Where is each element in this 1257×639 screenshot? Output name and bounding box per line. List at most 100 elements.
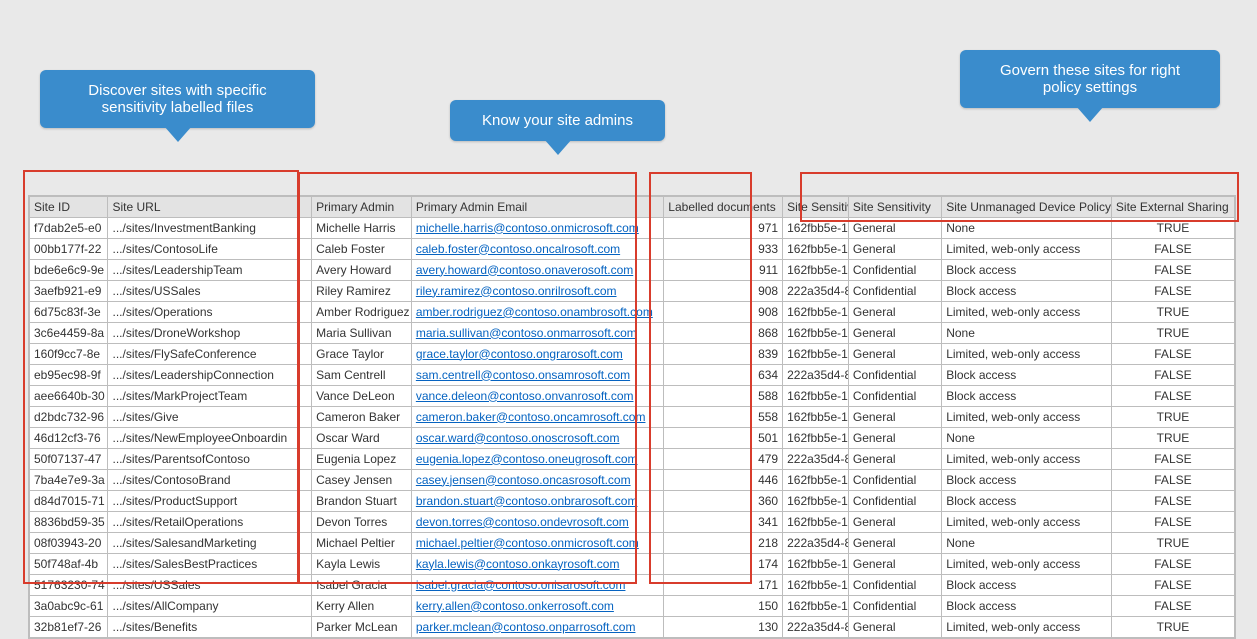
cell[interactable]: Block access — [942, 386, 1112, 407]
cell[interactable]: 162fbb5e-1f — [783, 260, 849, 281]
cell[interactable]: FALSE — [1111, 260, 1234, 281]
cell[interactable]: FALSE — [1111, 491, 1234, 512]
cell[interactable]: FALSE — [1111, 512, 1234, 533]
cell[interactable]: Block access — [942, 281, 1112, 302]
cell[interactable]: parker.mclean@contoso.onparrosoft.com — [411, 617, 663, 638]
cell[interactable]: Limited, web-only access — [942, 239, 1112, 260]
cell[interactable]: Limited, web-only access — [942, 344, 1112, 365]
cell[interactable]: Confidential — [848, 596, 941, 617]
cell[interactable]: 162fbb5e-1f — [783, 344, 849, 365]
cell[interactable]: 222a35d4-8a — [783, 533, 849, 554]
cell[interactable]: 32b81ef7-26 — [30, 617, 108, 638]
cell[interactable]: FALSE — [1111, 449, 1234, 470]
cell[interactable]: 162fbb5e-1f — [783, 491, 849, 512]
cell[interactable]: Confidential — [848, 281, 941, 302]
cell[interactable]: Limited, web-only access — [942, 449, 1112, 470]
cell[interactable]: Confidential — [848, 365, 941, 386]
cell[interactable]: kerry.allen@contoso.onkerrosoft.com — [411, 596, 663, 617]
redbox-policy-headers — [800, 172, 1239, 222]
redbox-labelled-docs — [649, 172, 752, 584]
cell[interactable]: FALSE — [1111, 344, 1234, 365]
cell[interactable]: Block access — [942, 470, 1112, 491]
cell[interactable]: General — [848, 617, 941, 638]
cell[interactable]: 222a35d4-8a — [783, 281, 849, 302]
cell[interactable]: 222a35d4-8a — [783, 449, 849, 470]
cell[interactable]: FALSE — [1111, 596, 1234, 617]
cell[interactable]: Parker McLean — [312, 617, 412, 638]
cell[interactable]: TRUE — [1111, 617, 1234, 638]
callout-govern: Govern these sites for right policy sett… — [960, 50, 1220, 108]
cell[interactable]: FALSE — [1111, 281, 1234, 302]
cell[interactable]: Kerry Allen — [312, 596, 412, 617]
cell[interactable]: 222a35d4-8a — [783, 617, 849, 638]
cell[interactable]: General — [848, 302, 941, 323]
cell[interactable]: General — [848, 239, 941, 260]
cell[interactable]: Limited, web-only access — [942, 407, 1112, 428]
cell[interactable]: FALSE — [1111, 386, 1234, 407]
cell[interactable]: 162fbb5e-1f — [783, 554, 849, 575]
cell[interactable]: TRUE — [1111, 533, 1234, 554]
cell[interactable]: TRUE — [1111, 407, 1234, 428]
cell[interactable]: 150 — [664, 596, 783, 617]
cell[interactable]: TRUE — [1111, 428, 1234, 449]
cell[interactable]: 162fbb5e-1f — [783, 596, 849, 617]
cell[interactable]: 162fbb5e-1f — [783, 428, 849, 449]
cell[interactable]: TRUE — [1111, 323, 1234, 344]
cell[interactable]: General — [848, 344, 941, 365]
cell[interactable]: Block access — [942, 260, 1112, 281]
cell[interactable]: General — [848, 512, 941, 533]
cell[interactable]: 162fbb5e-1f — [783, 323, 849, 344]
callout-tail-icon — [1076, 106, 1104, 122]
cell[interactable]: Confidential — [848, 470, 941, 491]
cell[interactable]: 162fbb5e-1f — [783, 470, 849, 491]
cell[interactable]: Confidential — [848, 575, 941, 596]
cell[interactable]: Limited, web-only access — [942, 617, 1112, 638]
cell[interactable]: .../sites/AllCompany — [108, 596, 312, 617]
cell[interactable]: Confidential — [848, 260, 941, 281]
cell[interactable]: 162fbb5e-1f — [783, 386, 849, 407]
cell[interactable]: 162fbb5e-1f — [783, 239, 849, 260]
cell[interactable]: None — [942, 323, 1112, 344]
cell[interactable]: Block access — [942, 365, 1112, 386]
table-row[interactable]: 32b81ef7-26.../sites/BenefitsParker McLe… — [30, 617, 1235, 638]
cell[interactable]: FALSE — [1111, 575, 1234, 596]
cell[interactable]: General — [848, 449, 941, 470]
cell[interactable]: TRUE — [1111, 302, 1234, 323]
callout-discover: Discover sites with specific sensitivity… — [40, 70, 315, 128]
cell[interactable]: Limited, web-only access — [942, 554, 1112, 575]
cell[interactable]: FALSE — [1111, 470, 1234, 491]
cell[interactable]: General — [848, 554, 941, 575]
cell[interactable]: 3a0abc9c-61 — [30, 596, 108, 617]
cell[interactable]: 130 — [664, 617, 783, 638]
cell[interactable]: 162fbb5e-1f — [783, 575, 849, 596]
cell[interactable]: 162fbb5e-1f — [783, 407, 849, 428]
cell[interactable]: Limited, web-only access — [942, 302, 1112, 323]
cell[interactable]: General — [848, 323, 941, 344]
cell[interactable]: Block access — [942, 575, 1112, 596]
callout-tail-icon — [164, 126, 192, 142]
admin-email-link[interactable]: parker.mclean@contoso.onparrosoft.com — [416, 620, 636, 634]
cell[interactable]: None — [942, 428, 1112, 449]
cell[interactable]: General — [848, 533, 941, 554]
cell[interactable]: 162fbb5e-1f — [783, 512, 849, 533]
cell[interactable]: Confidential — [848, 491, 941, 512]
cell[interactable]: Confidential — [848, 386, 941, 407]
cell[interactable]: Limited, web-only access — [942, 512, 1112, 533]
cell[interactable]: FALSE — [1111, 554, 1234, 575]
cell[interactable]: Block access — [942, 491, 1112, 512]
callout-line: Govern these sites for right — [980, 62, 1200, 79]
cell[interactable]: General — [848, 407, 941, 428]
cell[interactable]: .../sites/Benefits — [108, 617, 312, 638]
table-row[interactable]: 3a0abc9c-61.../sites/AllCompanyKerry All… — [30, 596, 1235, 617]
cell[interactable]: 162fbb5e-1f — [783, 302, 849, 323]
cell[interactable]: FALSE — [1111, 365, 1234, 386]
cell[interactable]: Block access — [942, 596, 1112, 617]
admin-email-link[interactable]: kerry.allen@contoso.onkerrosoft.com — [416, 599, 614, 613]
cell[interactable]: FALSE — [1111, 239, 1234, 260]
callout-tail-icon — [544, 139, 572, 155]
cell[interactable]: General — [848, 428, 941, 449]
callout-line: Discover sites with specific — [60, 82, 295, 99]
cell[interactable]: None — [942, 533, 1112, 554]
cell[interactable]: 222a35d4-8a — [783, 365, 849, 386]
redbox-admins — [298, 172, 637, 584]
